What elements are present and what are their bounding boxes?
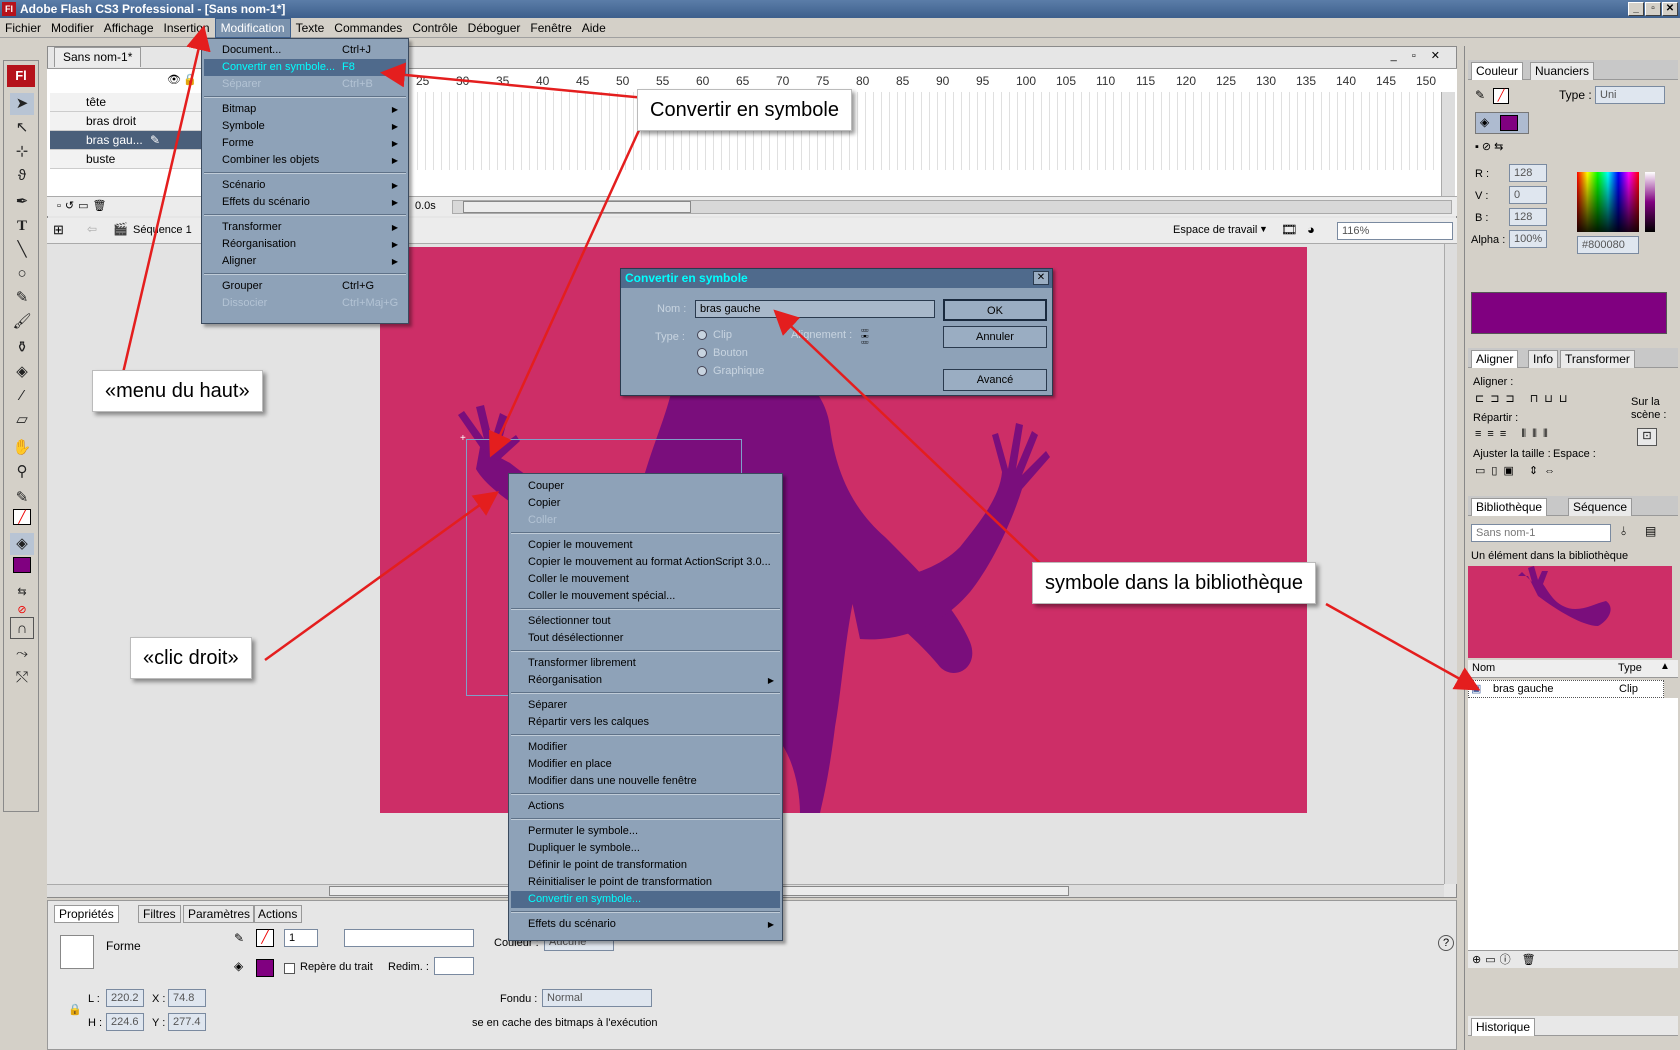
callout-convertir: Convertir en symbole — [637, 89, 852, 131]
callout-symbole-biblio: symbole dans la bibliothèque — [1032, 562, 1316, 604]
callout-menu-haut: «menu du haut» — [92, 370, 263, 412]
annotation-arrows — [121, 25, 1481, 691]
callout-clic-droit: «clic droit» — [130, 637, 252, 679]
